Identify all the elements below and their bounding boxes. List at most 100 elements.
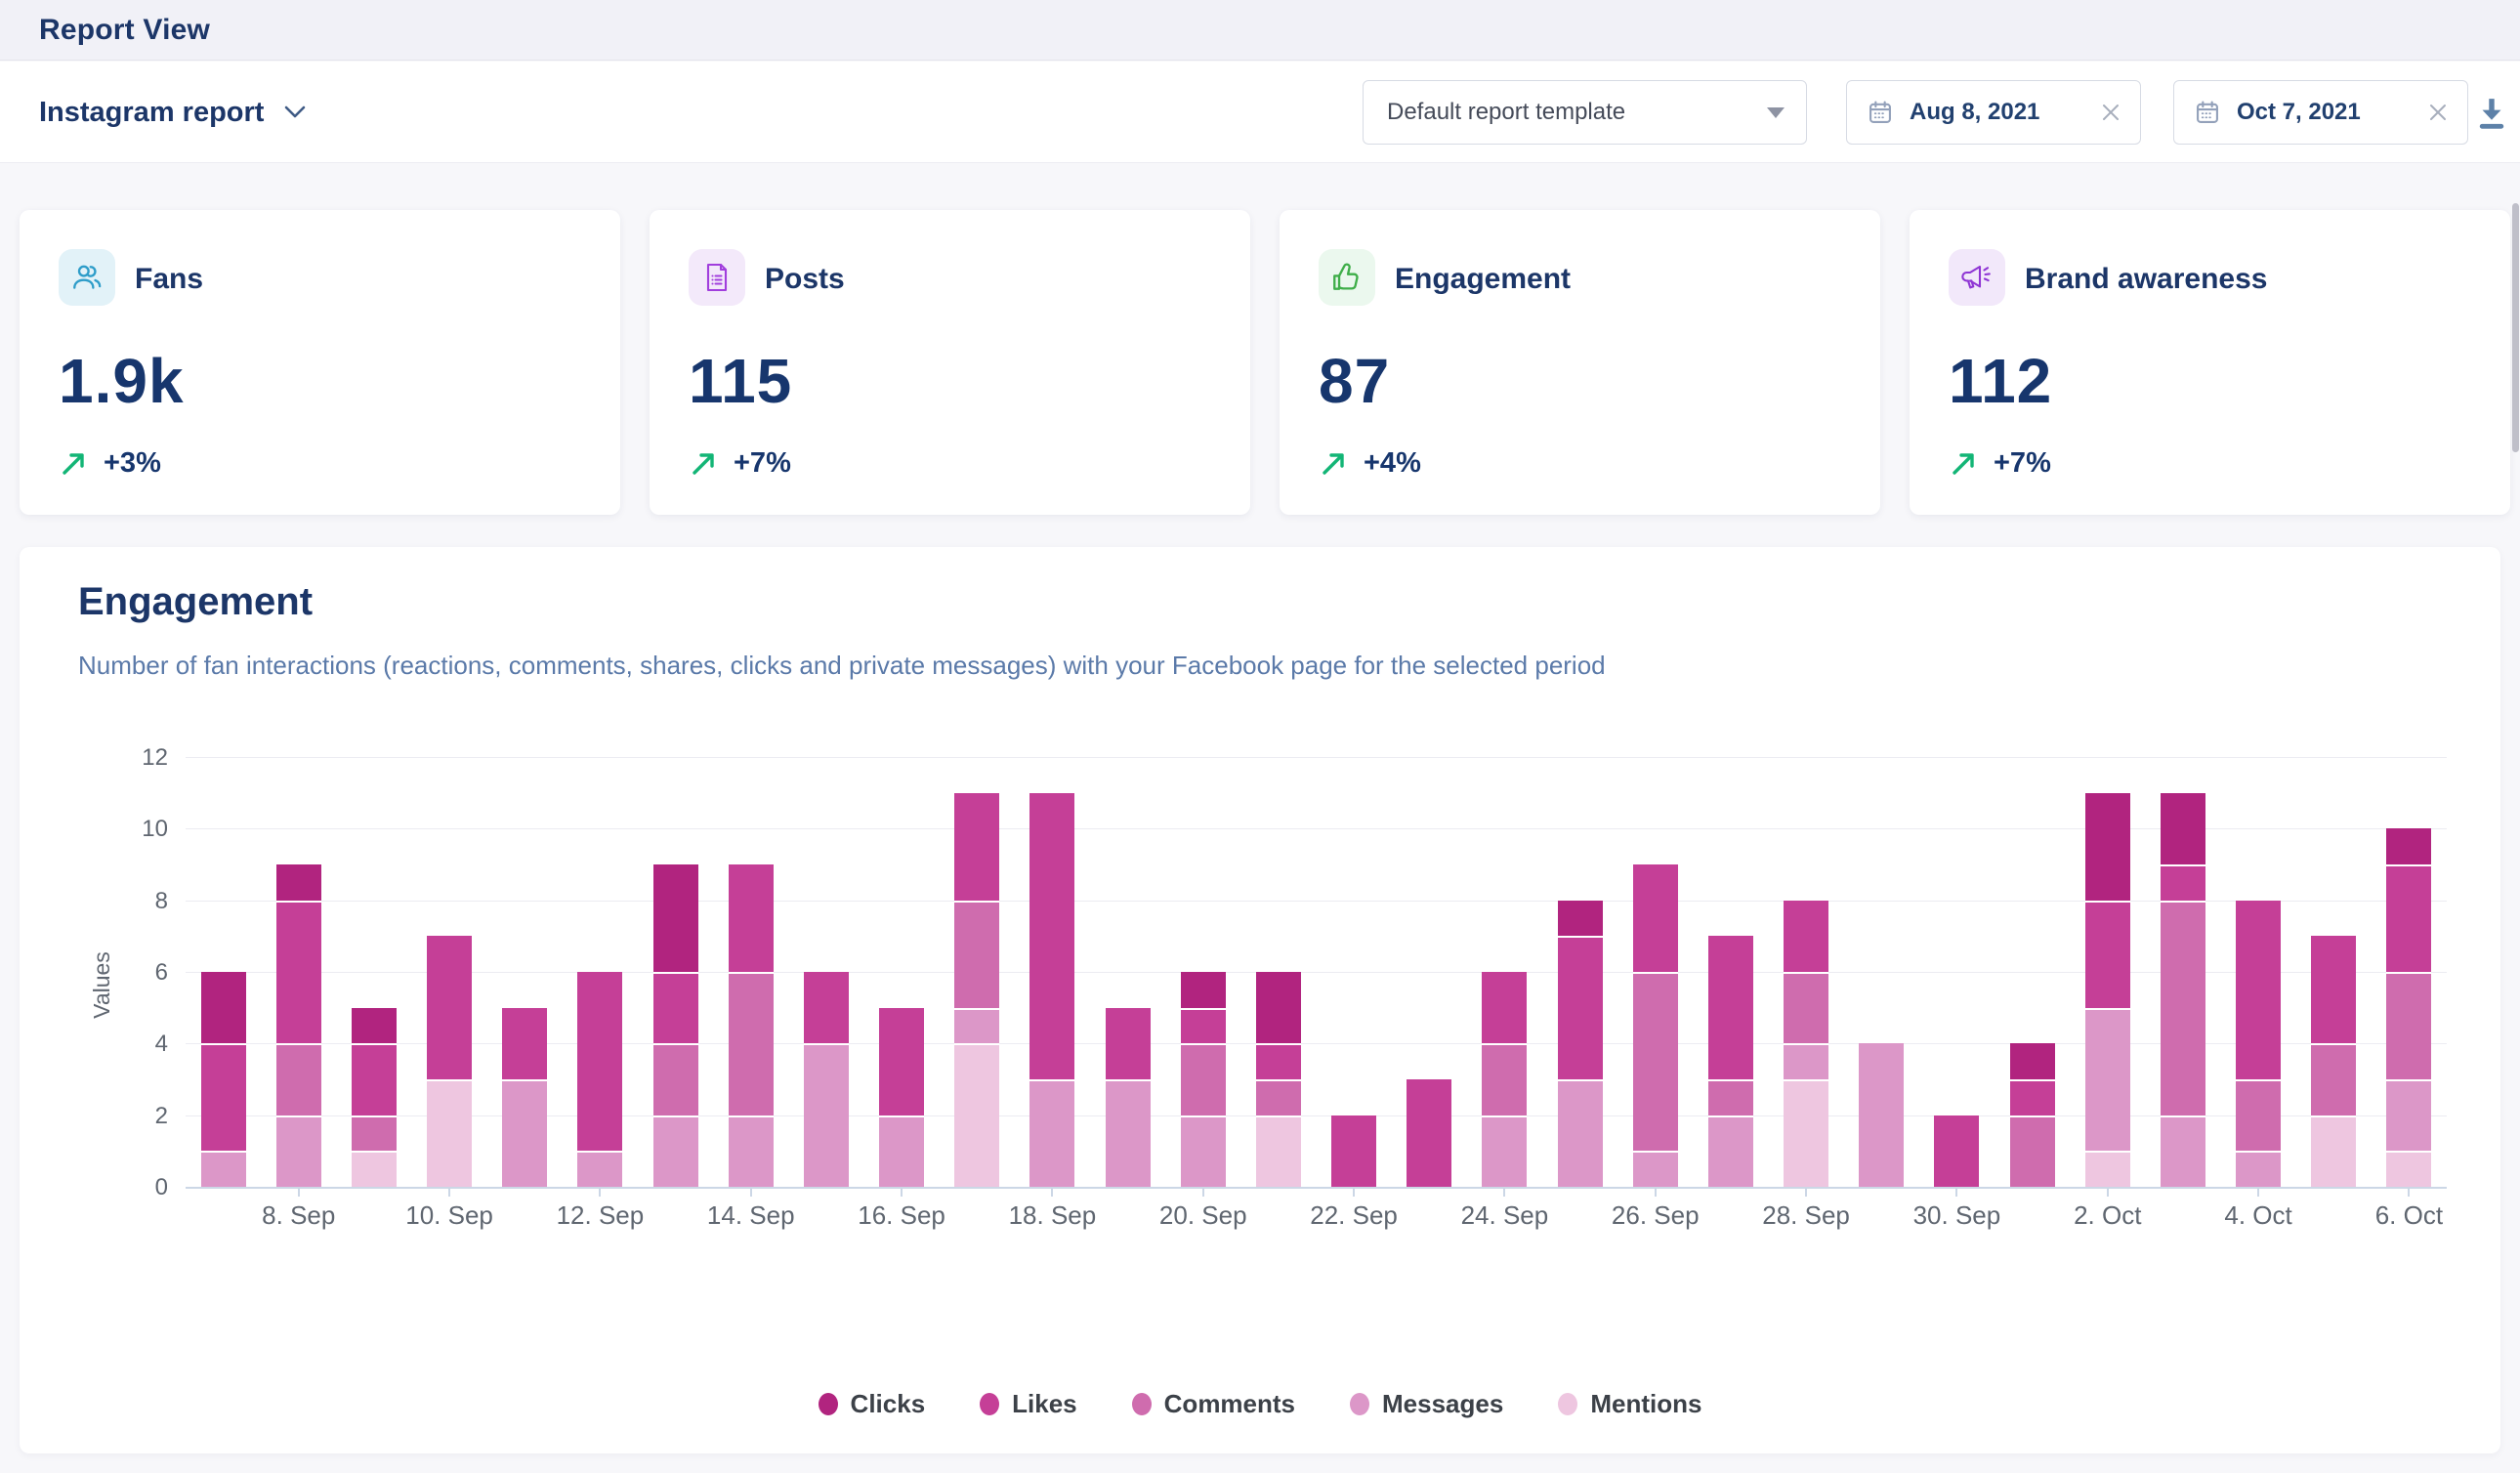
bar-segment-likes[interactable] — [1558, 936, 1603, 1079]
bar-segment-messages[interactable] — [1784, 1043, 1828, 1079]
bar-segment-messages[interactable] — [954, 1008, 999, 1044]
bar-segment-messages[interactable] — [1859, 1043, 1904, 1187]
bar-segment-mentions[interactable] — [2085, 1151, 2130, 1187]
x-tick-mark — [599, 1189, 601, 1197]
bar-segment-likes[interactable] — [502, 1008, 547, 1079]
bar-segment-messages[interactable] — [276, 1115, 321, 1187]
bar-segment-messages[interactable] — [1029, 1079, 1074, 1187]
bar-segment-messages[interactable] — [1106, 1079, 1151, 1187]
bar-segment-messages[interactable] — [653, 1115, 698, 1187]
bar-segment-mentions[interactable] — [1256, 1115, 1301, 1187]
bar-segment-mentions[interactable] — [954, 1043, 999, 1187]
legend-item-clicks[interactable]: Clicks — [819, 1389, 926, 1419]
bar-segment-likes[interactable] — [1482, 972, 1527, 1043]
bar-segment-likes[interactable] — [2386, 864, 2431, 972]
bar-segment-likes[interactable] — [729, 864, 774, 972]
date-from-picker[interactable]: Aug 8, 2021 — [1846, 80, 2141, 145]
bar-segment-likes[interactable] — [427, 936, 472, 1079]
date-from-clear-button[interactable] — [2101, 103, 2121, 122]
bar-segment-messages[interactable] — [201, 1151, 246, 1187]
bar-segment-comments[interactable] — [1482, 1043, 1527, 1115]
bar-segment-likes[interactable] — [1934, 1115, 1979, 1187]
report-selector[interactable]: Instagram report — [39, 62, 307, 163]
bar-segment-comments[interactable] — [1181, 1043, 1226, 1115]
bar-segment-clicks[interactable] — [2085, 793, 2130, 901]
bar-segment-comments[interactable] — [729, 972, 774, 1115]
bar-segment-clicks[interactable] — [352, 1008, 397, 1044]
bar-segment-comments[interactable] — [2161, 901, 2205, 1115]
date-to-picker[interactable]: Oct 7, 2021 — [2173, 80, 2468, 145]
bar-segment-comments[interactable] — [1784, 972, 1828, 1043]
bar-segment-mentions[interactable] — [352, 1151, 397, 1187]
bar-segment-likes[interactable] — [1633, 864, 1678, 972]
bar-segment-comments[interactable] — [653, 1043, 698, 1115]
bar-segment-likes[interactable] — [879, 1008, 924, 1115]
bar-segment-likes[interactable] — [1029, 793, 1074, 1079]
bar-segment-likes[interactable] — [352, 1043, 397, 1115]
legend-item-mentions[interactable]: Mentions — [1558, 1389, 1701, 1419]
bar-segment-likes[interactable] — [1331, 1115, 1376, 1187]
bar-segment-likes[interactable] — [201, 1043, 246, 1151]
bar-segment-clicks[interactable] — [2161, 793, 2205, 864]
bar-segment-likes[interactable] — [2010, 1079, 2055, 1115]
bar-segment-messages[interactable] — [2236, 1151, 2281, 1187]
bar-segment-likes[interactable] — [2161, 864, 2205, 901]
bar-segment-clicks[interactable] — [2010, 1043, 2055, 1079]
bar-segment-messages[interactable] — [1708, 1115, 1753, 1187]
bar-segment-likes[interactable] — [1181, 1008, 1226, 1044]
bar-segment-likes[interactable] — [2236, 901, 2281, 1079]
legend-item-likes[interactable]: Likes — [980, 1389, 1077, 1419]
bar-segment-clicks[interactable] — [1558, 901, 1603, 937]
template-select[interactable]: Default report template — [1363, 80, 1807, 145]
vertical-scrollbar[interactable] — [2512, 203, 2519, 452]
bar-segment-likes[interactable] — [1256, 1043, 1301, 1079]
bar-segment-messages[interactable] — [1558, 1079, 1603, 1187]
bar-segment-comments[interactable] — [276, 1043, 321, 1115]
bar-segment-likes[interactable] — [2311, 936, 2356, 1043]
bar-segment-comments[interactable] — [2010, 1115, 2055, 1187]
bar-segment-clicks[interactable] — [276, 864, 321, 901]
bar-segment-comments[interactable] — [1633, 972, 1678, 1151]
bar-segment-likes[interactable] — [804, 972, 849, 1043]
legend-item-messages[interactable]: Messages — [1350, 1389, 1503, 1419]
bar-segment-messages[interactable] — [1482, 1115, 1527, 1187]
bar-segment-likes[interactable] — [954, 793, 999, 901]
bar-segment-messages[interactable] — [502, 1079, 547, 1187]
bar-segment-comments[interactable] — [2386, 972, 2431, 1079]
bar-segment-likes[interactable] — [1784, 901, 1828, 972]
bar-segment-messages[interactable] — [1181, 1115, 1226, 1187]
bar-segment-comments[interactable] — [2311, 1043, 2356, 1115]
bar-segment-mentions[interactable] — [2386, 1151, 2431, 1187]
bar-segment-comments[interactable] — [2236, 1079, 2281, 1151]
bar-segment-likes[interactable] — [276, 901, 321, 1044]
bar-segment-likes[interactable] — [2085, 901, 2130, 1008]
bar-segment-clicks[interactable] — [1181, 972, 1226, 1008]
bar-segment-mentions[interactable] — [1784, 1079, 1828, 1187]
bar-segment-comments[interactable] — [1256, 1079, 1301, 1115]
bar-segment-messages[interactable] — [1633, 1151, 1678, 1187]
bar-segment-messages[interactable] — [2085, 1008, 2130, 1152]
bar-segment-messages[interactable] — [879, 1115, 924, 1187]
bar-segment-likes[interactable] — [1106, 1008, 1151, 1079]
bar-segment-messages[interactable] — [804, 1043, 849, 1187]
bar-segment-messages[interactable] — [2386, 1079, 2431, 1151]
bar-segment-clicks[interactable] — [1256, 972, 1301, 1043]
bar-segment-comments[interactable] — [352, 1115, 397, 1152]
date-to-clear-button[interactable] — [2428, 103, 2448, 122]
bar-segment-likes[interactable] — [577, 972, 622, 1151]
legend-item-comments[interactable]: Comments — [1132, 1389, 1295, 1419]
bar-segment-likes[interactable] — [653, 972, 698, 1043]
bar-segment-mentions[interactable] — [427, 1079, 472, 1187]
bar-segment-messages[interactable] — [577, 1151, 622, 1187]
bar-segment-messages[interactable] — [2161, 1115, 2205, 1187]
bar-segment-messages[interactable] — [729, 1115, 774, 1187]
bar-segment-comments[interactable] — [954, 901, 999, 1008]
bar-segment-likes[interactable] — [1407, 1079, 1451, 1187]
bar-segment-mentions[interactable] — [2311, 1115, 2356, 1187]
bar-segment-clicks[interactable] — [653, 864, 698, 972]
bar-segment-comments[interactable] — [1708, 1079, 1753, 1115]
download-report-button[interactable] — [2473, 93, 2514, 134]
bar-segment-clicks[interactable] — [2386, 828, 2431, 864]
bar-segment-clicks[interactable] — [201, 972, 246, 1043]
bar-segment-likes[interactable] — [1708, 936, 1753, 1079]
